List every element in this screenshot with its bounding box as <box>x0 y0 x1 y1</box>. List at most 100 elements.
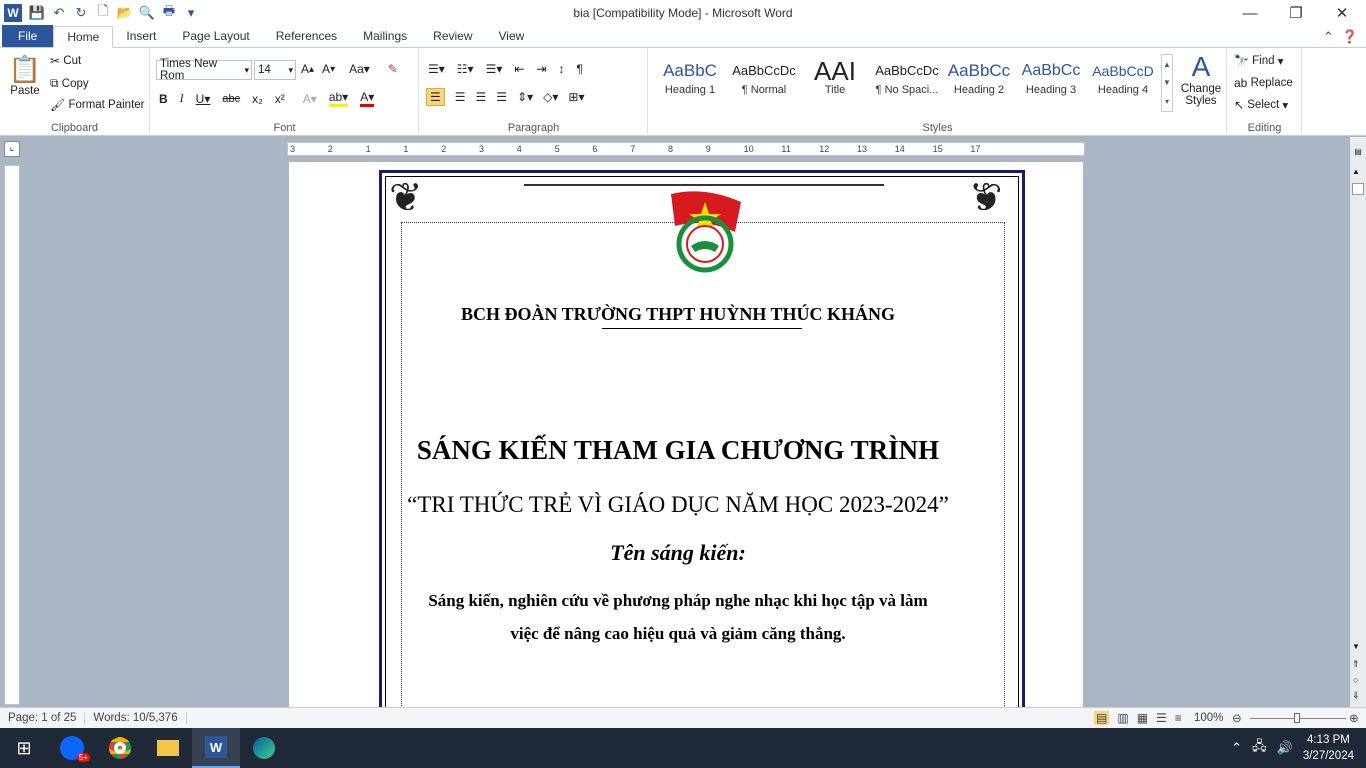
show-hidden-icons-icon[interactable]: ⌃ <box>1231 740 1242 756</box>
page-count[interactable]: Page: 1 of 25 <box>0 712 86 724</box>
print-layout-icon[interactable]: ▤ <box>1094 711 1110 725</box>
bullets-icon[interactable]: ☰▾ <box>428 62 445 76</box>
tab-selector-icon[interactable]: ⌞ <box>4 141 20 157</box>
restore-button[interactable]: ❐ <box>1273 0 1319 26</box>
previous-page-icon[interactable]: ⇑ <box>1352 659 1360 670</box>
zalo-app-icon[interactable]: 5+ <box>48 728 96 768</box>
file-explorer-icon[interactable] <box>144 728 192 768</box>
open-icon[interactable]: 📂 <box>114 2 136 24</box>
change-case-icon[interactable]: Aa▾ <box>349 62 370 76</box>
redo-icon[interactable]: ↻ <box>70 2 92 24</box>
tab-insert[interactable]: Insert <box>113 25 169 47</box>
styles-scroll[interactable]: ▲ ▼ ▾ <box>1161 54 1173 112</box>
shading-icon[interactable]: ◇▾ <box>543 90 558 104</box>
save-icon[interactable]: 💾 <box>26 2 48 24</box>
zoom-out-icon[interactable]: ⊖ <box>1232 711 1242 725</box>
scroll-thumb[interactable] <box>1352 183 1364 195</box>
customize-qat-icon[interactable]: ▾ <box>180 2 202 24</box>
italic-icon[interactable]: I <box>180 91 184 106</box>
multilevel-list-icon[interactable]: ☰▾ <box>486 62 503 76</box>
minimize-button[interactable]: — <box>1227 0 1273 26</box>
shrink-font-icon[interactable]: A ▾ <box>322 62 335 76</box>
word-count[interactable]: Words: 10/5,376 <box>85 712 187 724</box>
style-normal[interactable]: AaBbCcDc ¶ Normal <box>728 56 800 106</box>
zoom-level[interactable]: 100% <box>1194 712 1223 724</box>
paste-button[interactable]: 📋 Paste <box>6 54 44 116</box>
vertical-ruler[interactable] <box>4 165 20 705</box>
text-effects-icon[interactable]: A▾ <box>303 92 317 106</box>
tab-references[interactable]: References <box>263 25 350 47</box>
borders-icon[interactable]: ⊞▾ <box>568 90 584 104</box>
full-screen-reading-icon[interactable]: ▥ <box>1117 711 1128 725</box>
grow-font-icon[interactable]: A ▴ <box>301 62 314 76</box>
draft-icon[interactable]: ≡ <box>1175 711 1182 725</box>
word-taskbar-icon[interactable]: W <box>192 728 240 768</box>
volume-icon[interactable]: 🔊 <box>1277 740 1293 756</box>
ruler-toggle-icon[interactable]: ▤ <box>1352 147 1364 157</box>
subscript-icon[interactable]: x₂ <box>252 92 263 106</box>
word-logo-icon[interactable]: W <box>4 4 22 22</box>
clock[interactable]: 4:13 PM 3/27/2024 <box>1303 732 1354 764</box>
replace-button[interactable]: ab Replace <box>1234 76 1293 90</box>
minimize-ribbon-icon[interactable]: ⌃ <box>1323 29 1334 45</box>
justify-icon[interactable]: ☰ <box>496 90 507 104</box>
style-heading-2[interactable]: AaBbCc Heading 2 <box>943 56 1015 106</box>
decrease-indent-icon[interactable]: ⇤ <box>514 62 524 76</box>
windows-start-icon[interactable]: ⊞ <box>0 728 48 768</box>
vertical-scrollbar[interactable]: ▤ ▲ ▼ ⇑ ○ ⇓ <box>1350 137 1366 707</box>
scroll-down-icon[interactable]: ▼ <box>1163 78 1171 87</box>
font-name-combo[interactable]: Times New Rom ▾ <box>156 58 252 82</box>
bold-icon[interactable]: B <box>159 92 168 106</box>
zoom-slider[interactable] <box>1250 713 1346 723</box>
document-page[interactable]: ❦ ❦ BCH ĐOÀN TRƯỜNG THPT HUỲNH THÚC KHÁN… <box>289 162 1083 707</box>
style-heading-1[interactable]: AaBbC Heading 1 <box>654 56 726 106</box>
edge-icon[interactable] <box>240 728 288 768</box>
tab-home[interactable]: Home <box>53 26 114 48</box>
tab-file[interactable]: File <box>2 25 54 47</box>
change-styles-button[interactable]: A Change Styles <box>1179 51 1223 108</box>
find-button[interactable]: 🔭 Find ▾ <box>1234 54 1284 68</box>
align-right-icon[interactable]: ☰ <box>476 90 487 104</box>
scroll-up-icon[interactable]: ▲ <box>1163 60 1171 69</box>
clear-formatting-icon[interactable]: ✎ <box>388 62 398 76</box>
scroll-down-icon[interactable]: ▼ <box>1352 642 1360 651</box>
network-icon[interactable]: 🖧 <box>1252 737 1267 759</box>
align-left-icon[interactable]: ☰ <box>426 88 445 106</box>
increase-indent-icon[interactable]: ⇥ <box>536 62 546 76</box>
numbering-icon[interactable]: ☷▾ <box>457 62 474 76</box>
help-icon[interactable]: ❓ <box>1342 29 1358 45</box>
select-button[interactable]: ↖ Select ▾ <box>1234 98 1288 112</box>
strikethrough-icon[interactable]: abc <box>222 93 240 105</box>
font-size-combo[interactable]: 14 ▾ <box>254 60 296 80</box>
print-preview-icon[interactable]: 🔍 <box>136 2 158 24</box>
align-center-icon[interactable]: ☰ <box>455 90 466 104</box>
copy-button[interactable]: ⧉ Copy <box>50 76 89 91</box>
horizontal-ruler[interactable]: 3 2 1 1 2 3 4 5 6 7 8 9 10 11 12 13 14 15 17 <box>287 142 1085 156</box>
cut-button[interactable]: ✂ Cut <box>50 54 81 68</box>
print-icon[interactable]: 🖶 <box>158 2 180 24</box>
underline-icon[interactable]: U▾ <box>196 92 211 106</box>
close-button[interactable]: ✕ <box>1319 0 1365 26</box>
style-no-spacing[interactable]: AaBbCcDc ¶ No Spaci... <box>871 56 943 106</box>
line-spacing-icon[interactable]: ⇕▾ <box>517 90 533 104</box>
new-document-icon[interactable]: 🗋 <box>92 2 114 24</box>
next-page-icon[interactable]: ⇓ <box>1352 690 1360 701</box>
scroll-up-icon[interactable]: ▲ <box>1352 167 1360 176</box>
format-painter-button[interactable]: 🖌 Format Painter <box>50 98 145 112</box>
web-layout-icon[interactable]: ▦ <box>1137 711 1148 725</box>
tab-view[interactable]: View <box>486 25 538 47</box>
superscript-icon[interactable]: x² <box>275 92 285 106</box>
style-title[interactable]: AAI Title <box>799 56 871 106</box>
chrome-icon[interactable] <box>96 728 144 768</box>
tab-review[interactable]: Review <box>420 25 485 47</box>
pilcrow-icon[interactable]: ¶ <box>576 62 582 76</box>
select-browse-object-icon[interactable]: ○ <box>1353 675 1358 685</box>
tab-page-layout[interactable]: Page Layout <box>169 25 262 47</box>
sort-icon[interactable]: ↕ <box>558 62 564 76</box>
zoom-in-icon[interactable]: ⊕ <box>1349 711 1359 725</box>
zoom-slider-thumb[interactable] <box>1294 713 1300 723</box>
style-heading-3[interactable]: AaBbCc Heading 3 <box>1015 56 1087 106</box>
highlight-icon[interactable]: ab▾ <box>328 90 349 107</box>
style-heading-4[interactable]: AaBbCcD Heading 4 <box>1087 56 1159 106</box>
more-styles-icon[interactable]: ▾ <box>1165 97 1169 106</box>
